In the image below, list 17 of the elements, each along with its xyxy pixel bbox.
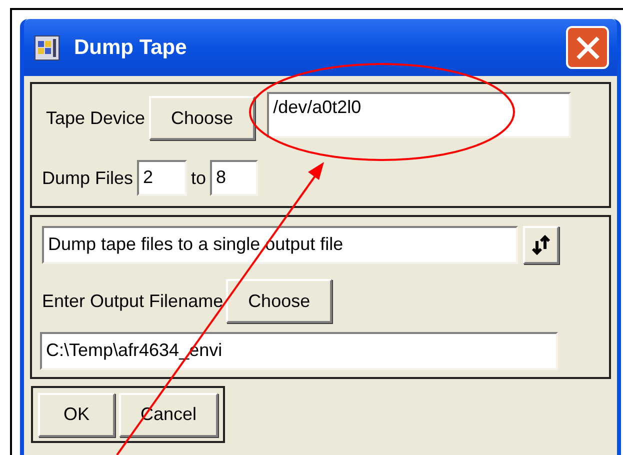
- close-icon: [574, 34, 600, 60]
- output-filename-label: Enter Output Filename: [42, 290, 224, 313]
- tape-device-field[interactable]: /dev/a0t2l0: [267, 92, 572, 138]
- app-icon: [32, 32, 62, 62]
- close-button[interactable]: [566, 26, 609, 69]
- choose-button[interactable]: Choose: [226, 279, 332, 323]
- choose-button[interactable]: Choose: [149, 96, 256, 140]
- to-label: to: [191, 166, 206, 190]
- window-title: Dump Tape: [74, 34, 188, 61]
- dialog-button[interactable]: OK: [38, 392, 115, 436]
- to-field[interactable]: 8: [210, 160, 258, 196]
- output-mode-dropdown[interactable]: Dump tape files to a single output file: [42, 226, 518, 264]
- dump-files-label: Dump Files: [42, 166, 134, 190]
- up-down-arrows-icon: [531, 235, 551, 255]
- tape-device-label: Tape Device: [46, 106, 146, 130]
- sort-button[interactable]: [523, 226, 559, 264]
- from-field[interactable]: 2: [137, 160, 188, 196]
